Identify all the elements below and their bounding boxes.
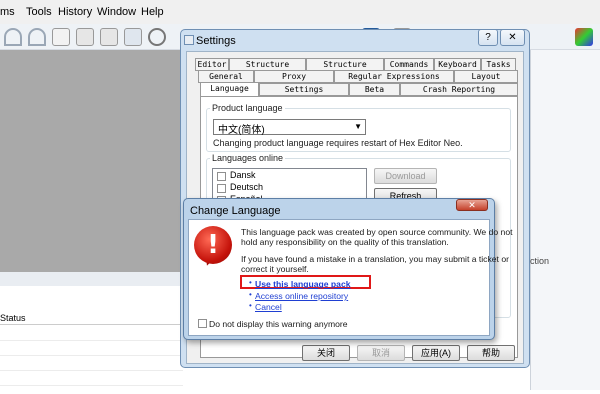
tab-beta[interactable]: Beta: [349, 83, 400, 96]
redo-icon[interactable]: [28, 28, 46, 46]
menu-bar: ms Tools History Window Help: [0, 0, 600, 24]
do-not-display-label: Do not display this warning anymore: [209, 319, 348, 329]
tab-crash-reporting[interactable]: Crash Reporting: [400, 83, 518, 96]
help-footer-button[interactable]: 帮助: [467, 345, 515, 361]
bullet-icon: •: [249, 278, 252, 287]
menu-item-window[interactable]: Window: [97, 6, 136, 18]
status-header-row: [0, 311, 183, 325]
product-language-label: Product language: [210, 103, 285, 113]
tab-proxy[interactable]: Proxy: [254, 70, 334, 83]
settings-title: Settings: [196, 35, 236, 47]
bullet-icon: •: [249, 290, 252, 299]
menu-item-help[interactable]: Help: [141, 6, 164, 18]
copy-icon[interactable]: [76, 28, 94, 46]
paste-icon[interactable]: [100, 28, 118, 46]
editor-area: [0, 50, 183, 274]
bottom-pane: [0, 272, 183, 394]
tab-settings[interactable]: Settings: [259, 83, 349, 96]
right-tool-pane: [530, 50, 600, 390]
edit-icon[interactable]: [52, 28, 70, 46]
dialog-message-line3: If you have found a mistake in a transla…: [241, 254, 509, 264]
help-button[interactable]: ?: [478, 29, 498, 46]
language-checkbox[interactable]: [217, 184, 226, 193]
product-language-select[interactable]: 中文(简体) ▼: [213, 119, 366, 136]
dialog-message-line1: This language pack was created by open s…: [241, 227, 513, 237]
clipboard-icon[interactable]: [124, 28, 142, 46]
pane-label: ction: [530, 256, 550, 266]
bottom-pane-header: [0, 272, 183, 286]
cancel-button[interactable]: 取消: [357, 345, 405, 361]
grid-line: [0, 385, 183, 386]
dialog-close-button[interactable]: ✕: [456, 199, 488, 211]
settings-window-icon: [184, 35, 194, 45]
access-repository-link[interactable]: Access online repository: [255, 291, 348, 301]
product-language-value: 中文(简体): [218, 125, 265, 136]
languages-online-label: Languages online: [210, 153, 286, 163]
tab-language[interactable]: Language: [200, 82, 259, 97]
grid-line: [0, 370, 183, 371]
dialog-message-line4: correct it yourself.: [241, 264, 309, 274]
grid-line: [0, 355, 183, 356]
do-not-display-checkbox[interactable]: [198, 319, 207, 328]
app-logo-icon: [575, 28, 593, 46]
search-icon[interactable]: [148, 28, 166, 46]
bullet-icon: •: [249, 301, 252, 310]
language-item-label: Dansk: [230, 170, 256, 180]
pane-icons: [533, 66, 599, 84]
tab-regular-expressions[interactable]: Regular Expressions: [334, 70, 454, 83]
menu-item-items[interactable]: ms: [0, 6, 15, 18]
download-button[interactable]: Download: [374, 168, 437, 184]
grid-line: [0, 340, 183, 341]
cancel-link[interactable]: Cancel: [255, 302, 282, 312]
restart-note: Changing product language requires resta…: [213, 138, 463, 148]
error-icon: !: [194, 226, 232, 264]
languages-list[interactable]: Dansk Deutsch Español: [212, 168, 367, 202]
chevron-down-icon: ▼: [354, 122, 362, 131]
apply-button[interactable]: 应用(A): [412, 345, 460, 361]
language-item-label: Deutsch: [230, 182, 264, 192]
dialog-title: Change Language: [190, 205, 281, 217]
language-checkbox[interactable]: [217, 172, 226, 181]
tab-layout[interactable]: Layout: [454, 70, 518, 83]
menu-item-tools[interactable]: Tools: [26, 6, 52, 18]
undo-icon[interactable]: [4, 28, 22, 46]
settings-close-button[interactable]: ✕: [500, 29, 525, 46]
menu-item-history[interactable]: History: [58, 6, 92, 18]
use-language-pack-link[interactable]: Use this language pack: [255, 279, 351, 289]
close-button[interactable]: 关闭: [302, 345, 350, 361]
dialog-message-line2: hold any responsibility on the quality o…: [241, 237, 449, 247]
